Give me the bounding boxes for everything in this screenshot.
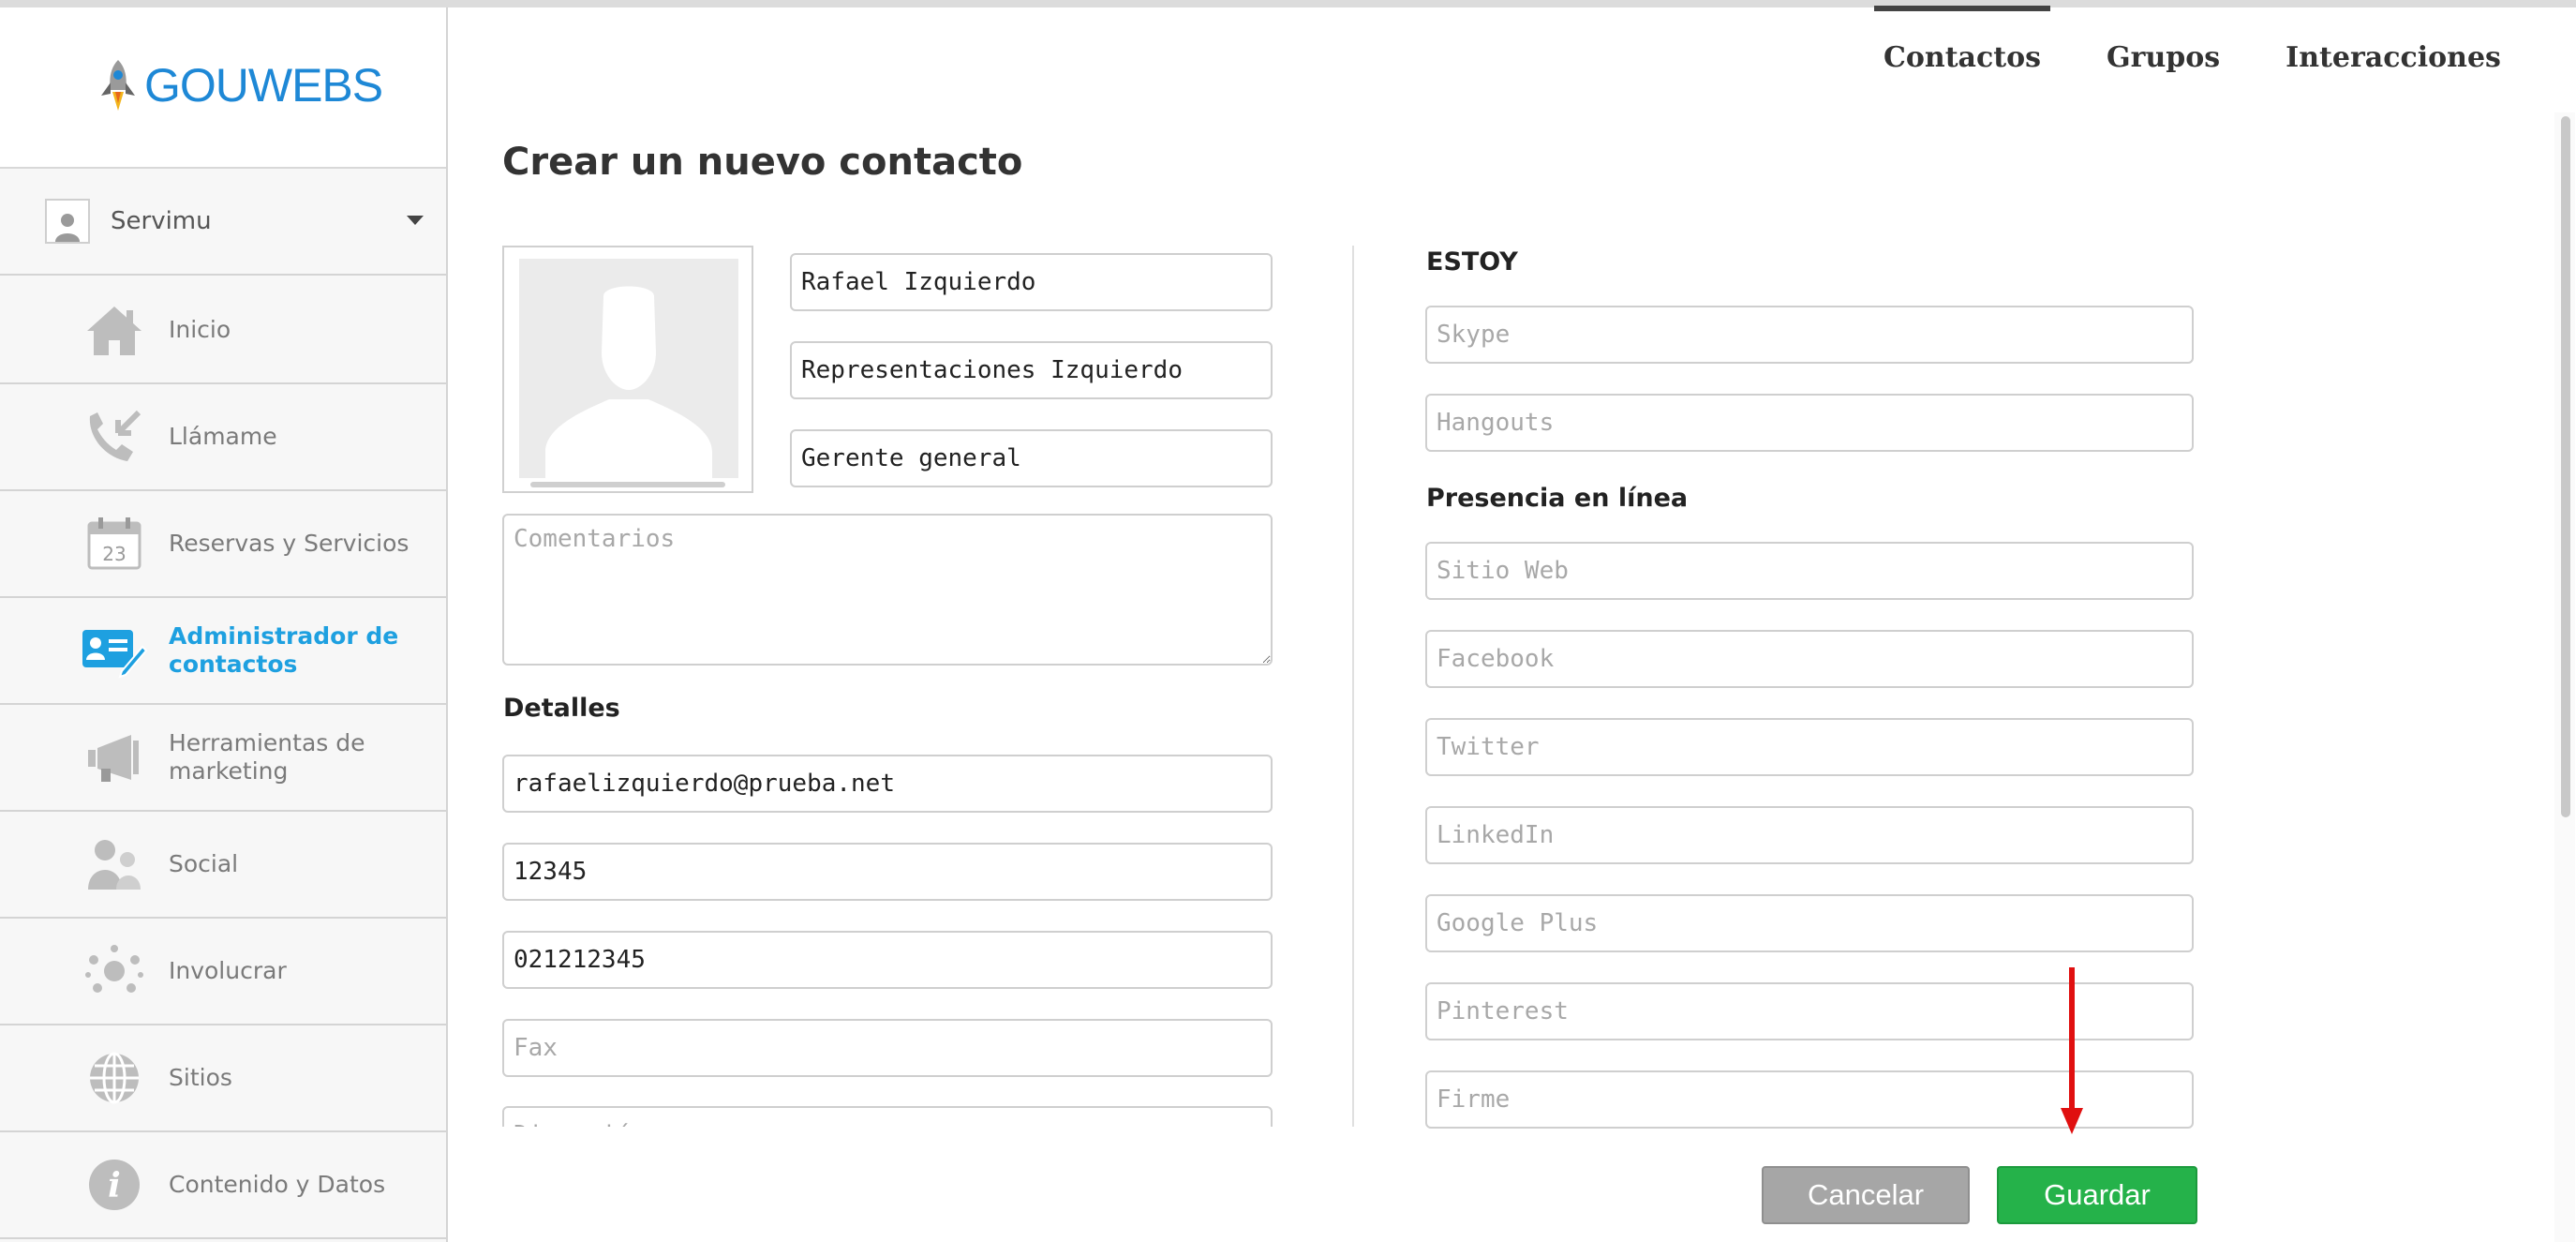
info-icon: i [81, 1155, 148, 1215]
account-name: Servimu [111, 207, 212, 235]
sidebar-item-inicio[interactable]: Inicio [0, 277, 446, 384]
company-field[interactable] [790, 341, 1273, 399]
sidebar-item-label: Llámame [169, 423, 277, 450]
user-avatar-icon [45, 199, 90, 244]
sidebar-item-label: Inicio [169, 316, 231, 343]
sidebar-nav: Inicio Llámame 23 Reservas y Servicios A… [0, 277, 446, 1239]
address-field[interactable] [502, 1106, 1273, 1127]
megaphone-icon [81, 727, 148, 787]
call-icon [81, 407, 148, 467]
name-field[interactable] [790, 253, 1273, 311]
photo-shadow [530, 482, 725, 487]
sidebar-item-herramientas-de-marketing[interactable]: Herramientas de marketing [0, 705, 446, 812]
website-field[interactable] [1425, 542, 2194, 600]
rocket-logo-icon [101, 60, 135, 111]
page-title: Crear un nuevo contacto [502, 141, 1023, 184]
contact-photo-upload[interactable] [502, 246, 753, 493]
sidebar-item-label: Contenido y Datos [169, 1171, 386, 1198]
save-button[interactable]: Guardar [1997, 1166, 2197, 1224]
sidebar-item-involucrar[interactable]: Involucrar [0, 919, 446, 1025]
red-arrow-annotation [2061, 967, 2083, 1134]
sidebar-item-contenido-y-datos[interactable]: i Contenido y Datos [0, 1132, 446, 1239]
sidebar-item-sitios[interactable]: Sitios [0, 1025, 446, 1132]
contact-card-icon [81, 621, 148, 681]
globe-icon [81, 1048, 148, 1108]
position-field[interactable] [790, 429, 1273, 487]
home-icon [81, 300, 148, 360]
fax-field[interactable] [502, 1019, 1273, 1077]
top-border [0, 0, 2576, 7]
column-divider [1352, 246, 1354, 1127]
facebook-field[interactable] [1425, 630, 2194, 688]
people-icon [81, 834, 148, 894]
caret-down-icon [407, 216, 424, 225]
sidebar-item-llamame[interactable]: Llámame [0, 384, 446, 491]
sidebar-item-social[interactable]: Social [0, 812, 446, 919]
twitter-field[interactable] [1425, 718, 2194, 776]
details-heading: Detalles [503, 694, 620, 723]
online-presence-heading: Presencia en línea [1426, 484, 1689, 513]
tab-contactos[interactable]: Contactos [1873, 6, 2051, 111]
mobile-field[interactable] [502, 931, 1273, 989]
skype-field[interactable] [1425, 306, 2194, 364]
top-tabs: Contactos Grupos Interacciones [1873, 6, 2567, 111]
cancel-button[interactable]: Cancelar [1762, 1166, 1970, 1224]
logo-area: GOUWEBS [0, 7, 446, 169]
googleplus-field[interactable] [1425, 894, 2194, 952]
logo-text: GOUWEBS [144, 59, 383, 112]
sidebar: GOUWEBS Servimu Inicio Llámame 23 Reserv… [0, 7, 448, 1242]
calendar-day: 23 [102, 543, 126, 565]
network-icon [81, 941, 148, 1001]
comments-field[interactable] [502, 514, 1273, 666]
account-selector[interactable]: Servimu [0, 169, 446, 276]
logo[interactable]: GOUWEBS [97, 58, 383, 112]
sidebar-item-label: Administrador de contactos [169, 622, 399, 678]
sidebar-item-label: Sitios [169, 1064, 232, 1091]
linkedin-field[interactable] [1425, 806, 2194, 864]
sidebar-item-label: Reservas y Servicios [169, 530, 409, 557]
scrollbar-thumb[interactable] [2561, 116, 2570, 817]
sidebar-item-label: Social [169, 850, 239, 877]
tab-grupos[interactable]: Grupos [2107, 7, 2220, 111]
sidebar-item-label: Herramientas de marketing [169, 729, 365, 785]
tab-interacciones[interactable]: Interacciones [2286, 7, 2501, 111]
sidebar-item-administrador-de-contactos[interactable]: Administrador de contactos [0, 598, 446, 705]
sidebar-item-reservas[interactable]: 23 Reservas y Servicios [0, 491, 446, 598]
hangouts-field[interactable] [1425, 394, 2194, 452]
calendar-icon: 23 [81, 514, 148, 574]
address-field-clip [502, 1106, 1273, 1127]
sidebar-item-label: Involucrar [169, 957, 287, 984]
email-field[interactable] [502, 755, 1273, 813]
estoy-heading: ESTOY [1426, 247, 1518, 277]
svg-text:i: i [108, 1166, 121, 1205]
avatar-placeholder-icon [519, 259, 738, 478]
phone-field[interactable] [502, 843, 1273, 901]
